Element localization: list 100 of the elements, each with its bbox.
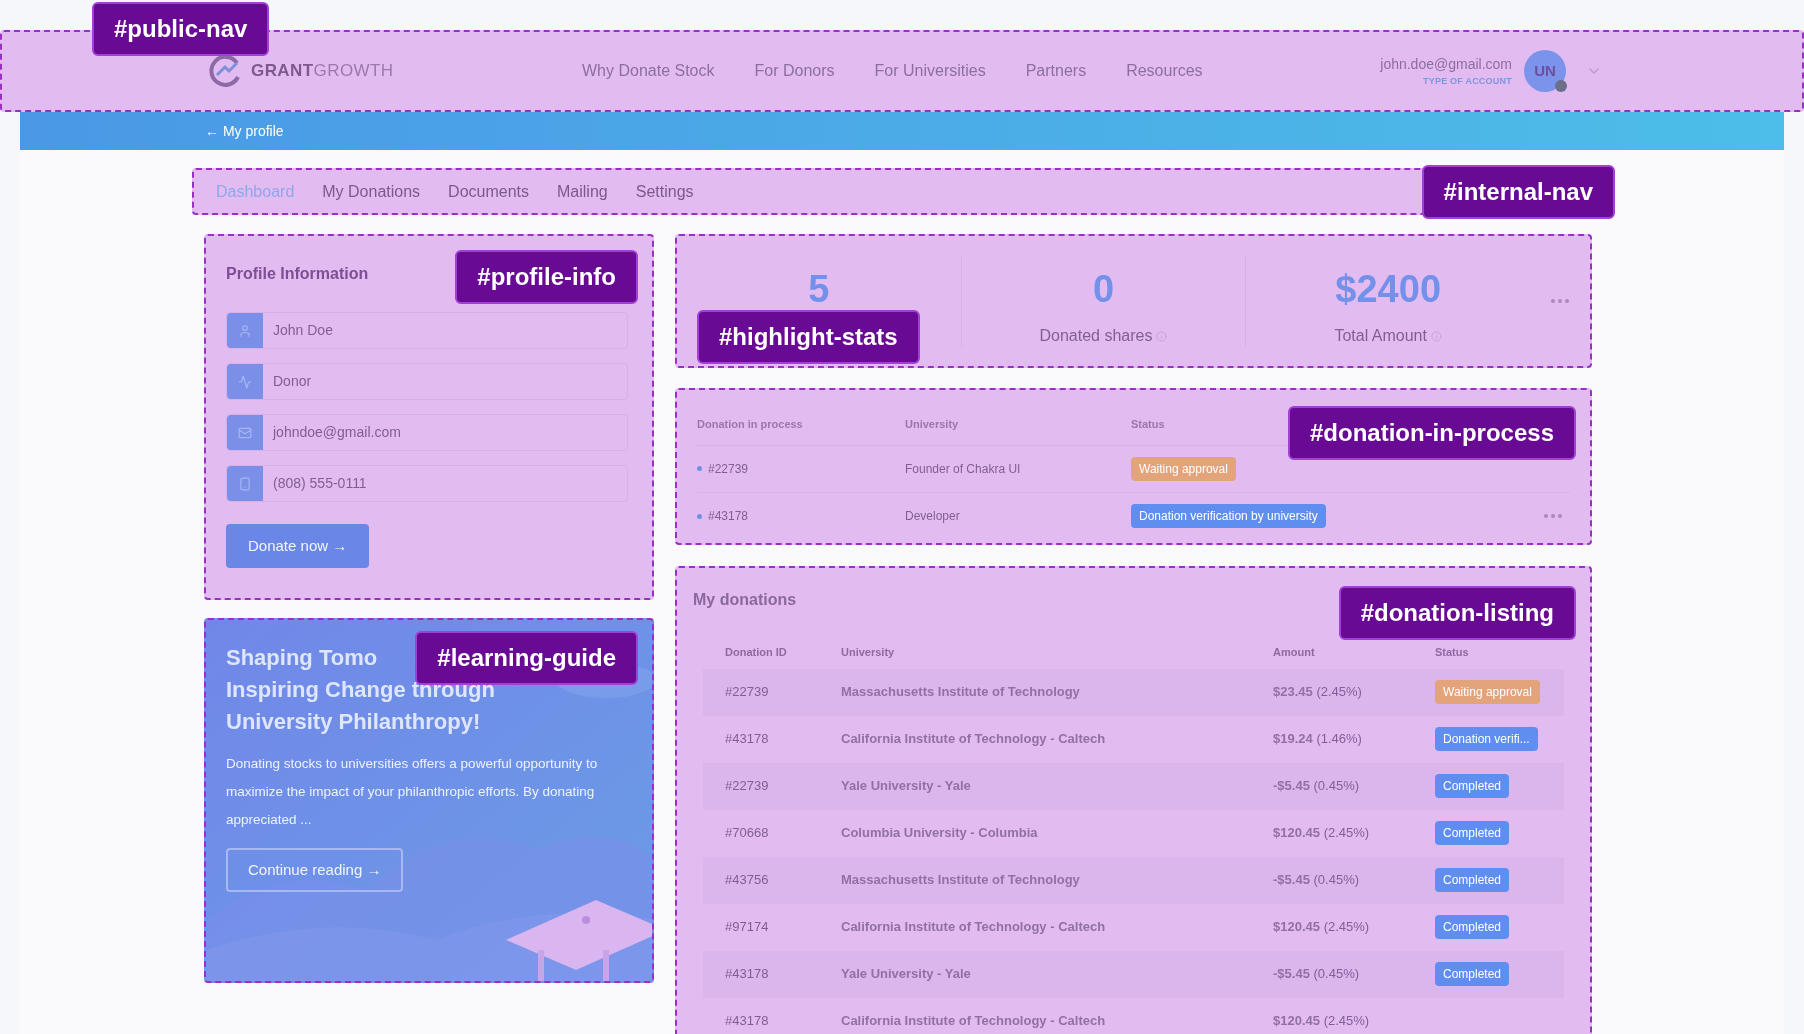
university-name: Columbia University - Columbia	[841, 824, 1039, 843]
university-name: Massachusetts Institute of Technology	[841, 683, 1081, 702]
status-badge: Donation verification by university	[1131, 504, 1326, 528]
more-icon[interactable]	[1544, 514, 1562, 518]
pulse-icon	[238, 374, 252, 389]
status-badge: Completed	[1435, 821, 1510, 845]
account-type: TYPE OF ACCOUNT	[1422, 74, 1512, 88]
donation-id: #97174	[725, 918, 770, 937]
guide-text: Donating stocks to universities offers a powerful opportunity to maximize the impact of your philanthropic efforts. By donating appreciated ...	[226, 755, 599, 829]
status-badge: Waiting approval	[1131, 456, 1236, 481]
donation-id: #22739	[708, 460, 749, 478]
column-header: Amount	[1273, 645, 1316, 660]
donation-row[interactable]: #43178 California Institute of Technology - Caltech $120.45 (2.45%)	[703, 997, 1564, 1034]
stat-value: 5	[808, 270, 830, 308]
donation-row[interactable]: #43756 Massachusetts Institute of Technology -$5.45 (0.45%) Completed	[703, 856, 1564, 904]
donation-amount: $120.45 (2.45%)	[1273, 824, 1371, 843]
nav-link[interactable]: Resources	[1126, 59, 1203, 83]
donation-row[interactable]: #22739 Yale University - Yale -$5.45 (0.45%) Completed	[703, 762, 1564, 810]
section-tag: #profile-info	[455, 250, 638, 304]
field-value: (808) 555-0111	[272, 474, 367, 493]
phone-icon	[238, 476, 252, 491]
status-badge: Waiting approval	[1435, 680, 1540, 704]
donate-now-button[interactable]: Donate now →	[226, 524, 370, 568]
donation-id: #43178	[725, 1012, 770, 1031]
donation-id: #43178	[725, 965, 770, 984]
university-name: California Institute of Technology - Caltech	[841, 730, 1107, 749]
person-icon	[238, 323, 252, 338]
university-name: California Institute of Technology - Caltech	[841, 1012, 1107, 1031]
column-header: Status	[1435, 645, 1469, 660]
donation-id: #43756	[725, 871, 770, 890]
profile-field[interactable]: johndoe@gmail.com	[226, 414, 628, 451]
tab[interactable]: Documents	[448, 179, 530, 204]
field-value: johndoe@gmail.com	[271, 423, 401, 442]
donation-row[interactable]: #22739 Massachusetts Institute of Technology $23.45 (2.45%) Waiting approval	[703, 668, 1564, 716]
profile-field[interactable]: Donor	[226, 363, 628, 400]
donation-amount: -$5.45 (0.45%)	[1273, 871, 1361, 890]
donation-row[interactable]: #43178 Yale University - Yale -$5.45 (0.45%) Completed	[703, 950, 1564, 998]
section-tag: #highlight-stats	[697, 310, 920, 364]
donation-id: #22739	[725, 777, 770, 796]
nav-link[interactable]: For Universities	[874, 59, 986, 83]
guide-title-line: Shaping Tomo	[226, 644, 378, 672]
university-name: Massachusetts Institute of Technology	[841, 871, 1081, 890]
section-tag: #public-nav	[92, 2, 270, 56]
donation-id: #43178	[708, 508, 749, 525]
status-badge: Donation verifi...	[1435, 727, 1538, 751]
info-icon[interactable]	[1430, 330, 1442, 342]
back-link[interactable]: ← My profile	[205, 120, 284, 142]
column-header: Status	[1131, 417, 1165, 432]
nav-link[interactable]: Partners	[1025, 59, 1087, 83]
donation-row[interactable]: #97174 California Institute of Technology - Caltech $120.45 (2.45%) Completed	[703, 903, 1564, 951]
tab[interactable]: Settings	[635, 179, 694, 204]
column-header: Donation in process	[697, 417, 804, 432]
university-name: Yale University - Yale	[841, 777, 972, 796]
stat-label: Donated shares	[1039, 326, 1153, 346]
university-name: Founder of Chakra UI	[905, 460, 1022, 478]
column-header: Donation ID	[725, 645, 788, 660]
donation-amount: -$5.45 (0.45%)	[1273, 777, 1361, 796]
brand-name: GRANTGROWTH	[251, 60, 394, 83]
info-icon[interactable]	[1156, 330, 1168, 342]
university-name: Yale University - Yale	[841, 965, 972, 984]
continue-reading-button[interactable]: Continue reading →	[226, 848, 404, 892]
donation-id: #22739	[725, 683, 770, 702]
stat-value: 0	[1092, 270, 1115, 308]
profile-field[interactable]: (808) 555-0111	[226, 465, 628, 502]
status-badge: Completed	[1435, 868, 1510, 892]
university-name: Developer	[905, 508, 961, 525]
university-name: California Institute of Technology - Caltech	[841, 918, 1107, 937]
donation-id: #70668	[725, 824, 770, 843]
card-title: Profile Information	[226, 264, 369, 284]
envelope-icon	[238, 425, 252, 440]
more-icon[interactable]	[1551, 299, 1569, 303]
tab[interactable]: Mailing	[557, 179, 608, 204]
card-title: My donations	[693, 590, 798, 610]
tab[interactable]: My Donations	[322, 179, 421, 204]
donation-amount: $120.45 (2.45%)	[1273, 1012, 1371, 1031]
donation-id: #43178	[725, 730, 770, 749]
nav-link[interactable]: Why Donate Stock	[582, 59, 715, 83]
donation-amount: $23.45 (2.45%)	[1273, 683, 1363, 702]
donation-amount: -$5.45 (0.45%)	[1273, 965, 1361, 984]
section-tag: #donation-in-process	[1287, 406, 1576, 460]
user-avatar[interactable]: UN	[1524, 50, 1566, 92]
field-value: Donor	[272, 372, 312, 391]
status-badge: Completed	[1435, 774, 1510, 798]
donation-amount: $19.24 (1.46%)	[1273, 730, 1363, 749]
stat-label: Total Amount	[1334, 326, 1427, 346]
status-badge: Completed	[1435, 962, 1510, 986]
stat-value: $2400	[1335, 270, 1441, 308]
donation-row[interactable]: #70668 Columbia University - Columbia $120.45 (2.45%) Completed	[703, 809, 1564, 857]
column-header: University	[841, 645, 896, 660]
donation-amount: $120.45 (2.45%)	[1273, 918, 1371, 937]
nav-link[interactable]: For Donors	[754, 59, 835, 83]
section-tag: #donation-listing	[1338, 586, 1576, 640]
user-email: john.doe@gmail.com	[1380, 54, 1512, 74]
field-value: John Doe	[272, 321, 333, 340]
guide-title-line: University Philanthropy!	[226, 708, 481, 736]
profile-field[interactable]: John Doe	[226, 312, 628, 349]
donation-row[interactable]: #43178 California Institute of Technology - Caltech $19.24 (1.46%) Donation verifi...	[703, 715, 1564, 763]
column-header: University	[905, 417, 960, 432]
status-badge: Completed	[1435, 915, 1510, 939]
section-tag: #internal-nav	[1421, 165, 1615, 219]
